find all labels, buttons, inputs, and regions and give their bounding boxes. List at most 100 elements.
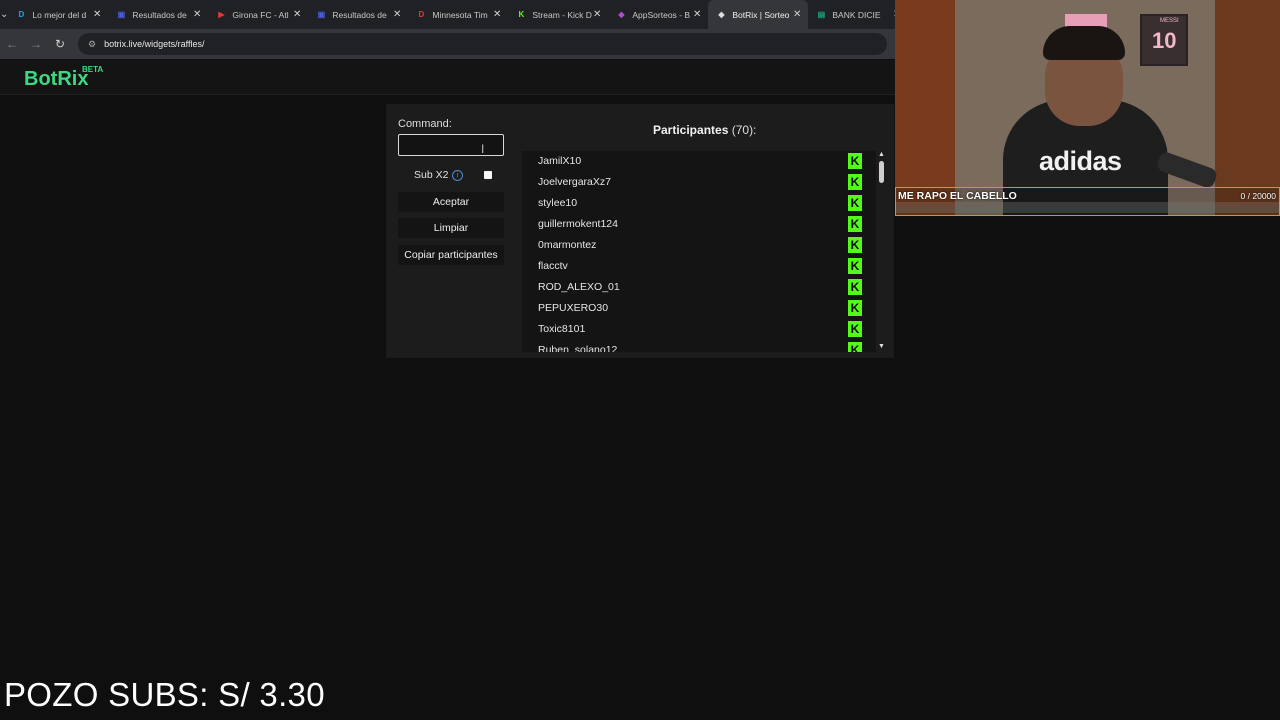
tab-title: Girona FC - Atl (232, 9, 289, 20)
command-label: Command: (398, 118, 452, 130)
participant-name: Toxic8101 (538, 323, 586, 335)
tab-close-icon[interactable]: ✕ (193, 9, 201, 20)
streamer-hair (1043, 26, 1125, 60)
tab-search-chevron-icon[interactable]: ⌄ (0, 0, 8, 29)
scroll-up-arrow-icon[interactable]: ▲ (878, 151, 885, 158)
kick-icon: K (848, 216, 862, 232)
text-cursor-icon: I (481, 142, 485, 156)
tab-close-icon[interactable]: ✕ (693, 9, 701, 20)
browser-tab[interactable]: ◆ BotRix | Sorteo ✕ (708, 0, 809, 29)
tab-title: Lo mejor del d (32, 9, 87, 20)
browser-tab[interactable]: ▤BANK DICIE✕ (808, 0, 895, 29)
scroll-down-arrow-icon[interactable]: ▼ (878, 343, 885, 350)
browser-tab[interactable]: ◆ AppSorteos - B ✕ (608, 0, 708, 29)
raffle-widget: Command: I Sub X2 i Aceptar Limpiar Copi… (386, 104, 894, 358)
participant-row: stylee10 K (522, 193, 876, 214)
browser-tab[interactable]: D Lo mejor del d ✕ (8, 0, 108, 29)
kick-icon: K (848, 174, 862, 190)
participant-name: Ruben_solano12 (538, 344, 618, 352)
page-header: BotRix BETA (0, 60, 895, 95)
tab-favicon-icon: ▣ (317, 9, 326, 19)
tab-favicon-icon: D (418, 9, 425, 19)
kick-icon: K (848, 258, 862, 274)
sub-goal-track (896, 202, 1279, 213)
participant-row: Ruben_solano12 K (522, 340, 876, 352)
forward-arrow-icon[interactable]: → (24, 37, 48, 51)
tab-favicon-icon: ◆ (718, 9, 725, 19)
participant-row: flacctv K (522, 256, 876, 277)
sub-x2-label: Sub X2 (414, 169, 449, 181)
info-icon[interactable]: i (452, 170, 463, 181)
kick-icon: K (848, 279, 862, 295)
participant-name: ROD_ALEXO_01 (538, 281, 620, 293)
kick-icon: K (848, 195, 862, 211)
browser-tab[interactable]: K Stream - Kick D ✕ (508, 0, 608, 29)
tab-favicon-icon: K (518, 9, 525, 19)
participants-list[interactable]: JamilX10 K JoelvergaraXz7 Kstylee10 Kguiller… (522, 151, 876, 352)
copy-participants-button[interactable]: Copiar participantes (398, 245, 504, 265)
beta-badge: BETA (82, 65, 104, 74)
participant-row: JamilX10 K (522, 151, 876, 172)
tab-title: Resultados de (332, 9, 387, 20)
tab-favicon-icon: ◆ (618, 9, 625, 19)
participant-name: 0marmontez (538, 239, 597, 251)
tab-close-icon[interactable]: ✕ (393, 9, 401, 20)
participant-row: ROD_ALEXO_01 K (522, 277, 876, 298)
tab-title: Resultados de (132, 9, 187, 20)
back-arrow-icon[interactable]: ← (0, 37, 24, 51)
tab-close-icon[interactable]: ✕ (793, 9, 801, 20)
participant-name: flacctv (538, 260, 568, 272)
participants-title: Participantes (70): (653, 123, 756, 137)
webcam-overlay: MESSI 10 adidas (895, 0, 1280, 215)
tab-favicon-icon: D (18, 9, 25, 19)
reload-icon[interactable]: ↻ (48, 37, 72, 51)
participant-name: JoelvergaraXz7 (538, 176, 611, 188)
clear-button[interactable]: Limpiar (398, 218, 504, 238)
accept-button[interactable]: Aceptar (398, 192, 504, 212)
participants-scrollbar[interactable]: ▲ ▼ (878, 151, 886, 354)
tab-close-icon[interactable]: ✕ (293, 9, 301, 20)
browser-tab[interactable]: D Minnesota Tim ✕ (408, 0, 508, 29)
scroll-thumb[interactable] (879, 161, 884, 183)
pozo-subs-text: POZO SUBS: S/ 3.30 (4, 676, 325, 713)
participant-name: PEPUXERO30 (538, 302, 609, 314)
participant-name: stylee10 (538, 197, 578, 209)
participant-row: guillermokent124 K (522, 214, 876, 235)
sub-goal-title: ME RAPO EL CABELLO (898, 190, 1017, 202)
participants-count: (70): (731, 123, 757, 137)
kick-icon: K (848, 237, 862, 253)
tab-strip: ⌄ D Lo mejor del d ✕ ▣ Resultados de ✕ ▶ Girona… (0, 0, 895, 29)
sub-goal-bar: ME RAPO EL CABELLO 0 / 20000 (895, 187, 1280, 216)
participant-name: JamilX10 (538, 155, 582, 167)
sub-goal-count: 0 / 20000 (1240, 191, 1276, 201)
tab-title: Minnesota Tim (432, 9, 488, 20)
door (895, 0, 955, 215)
site-info-icon[interactable]: ⚙ (88, 39, 96, 50)
tab-favicon-icon: ▶ (218, 9, 225, 19)
participant-row: Toxic8101 K (522, 319, 876, 340)
browser-tab[interactable]: ▣ Resultados de ✕ (308, 0, 408, 29)
tab-close-icon[interactable]: ✕ (493, 9, 501, 20)
tab-close-icon[interactable]: ✕ (93, 9, 101, 20)
tab-title: BANK DICIE (832, 9, 881, 20)
kick-icon: K (848, 300, 862, 316)
sub-x2-checkbox[interactable] (484, 171, 492, 179)
participant-name: guillermokent124 (538, 218, 618, 230)
kick-icon: K (848, 342, 862, 352)
command-input[interactable] (398, 134, 504, 156)
tab-favicon-icon: ▤ (817, 9, 826, 19)
tab-close-icon[interactable]: ✕ (593, 9, 601, 20)
shirt-logo-text: adidas (1039, 146, 1122, 176)
url-field[interactable]: ⚙ botrix.live/widgets/raffles/ (78, 33, 887, 55)
participant-row: 0marmontez K (522, 235, 876, 256)
browser-tab[interactable]: ▣ Resultados de ✕ (108, 0, 208, 29)
participant-row: JoelvergaraXz7 K (522, 172, 876, 193)
botrix-logo[interactable]: BotRix (24, 68, 88, 91)
kick-icon: K (848, 321, 862, 337)
tab-title: AppSorteos - B (632, 9, 691, 20)
kick-icon: K (848, 153, 862, 169)
door-right (1215, 0, 1280, 215)
tab-title: BotRix | Sorteo (732, 9, 790, 20)
participants-title-text: Participantes (653, 123, 729, 137)
browser-tab[interactable]: ▶ Girona FC - Atl ✕ (208, 0, 308, 29)
